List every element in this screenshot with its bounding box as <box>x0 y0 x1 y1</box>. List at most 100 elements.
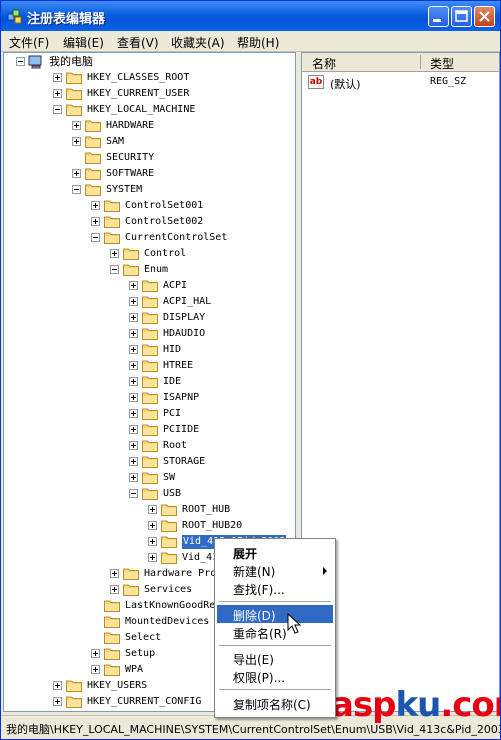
expand-plus-icon[interactable] <box>110 569 119 578</box>
tree-node[interactable]: PCI <box>4 406 295 422</box>
expand-plus-icon[interactable] <box>129 441 138 450</box>
title-bar[interactable]: 注册表编辑器 <box>1 1 500 31</box>
menu-edit[interactable]: 编辑(E) <box>63 34 104 51</box>
tree-node[interactable]: ROOT_HUB20 <box>4 518 295 534</box>
folder-icon <box>85 151 101 164</box>
collapse-minus-icon[interactable] <box>91 233 100 242</box>
tree-node[interactable]: SAM <box>4 134 295 150</box>
tree-node[interactable]: STORAGE <box>4 454 295 470</box>
tree-node[interactable]: SW <box>4 470 295 486</box>
collapse-minus-icon[interactable] <box>129 489 138 498</box>
tree-node[interactable]: SYSTEM <box>4 182 295 198</box>
tree-node[interactable]: ACPI_HAL <box>4 294 295 310</box>
expand-plus-icon[interactable] <box>129 377 138 386</box>
tree-node[interactable]: HKEY_CLASSES_ROOT <box>4 70 295 86</box>
expand-plus-icon[interactable] <box>53 73 62 82</box>
expand-plus-icon[interactable] <box>148 521 157 530</box>
collapse-minus-icon[interactable] <box>53 105 62 114</box>
collapse-minus-icon[interactable] <box>72 185 81 194</box>
tree-node[interactable]: CurrentControlSet <box>4 230 295 246</box>
tree-node[interactable]: SOFTWARE <box>4 166 295 182</box>
expand-plus-icon[interactable] <box>72 121 81 130</box>
expand-plus-icon[interactable] <box>129 281 138 290</box>
tree-node[interactable]: ISAPNP <box>4 390 295 406</box>
expand-plus-icon[interactable] <box>129 297 138 306</box>
close-button[interactable] <box>474 6 495 27</box>
ctx-find[interactable]: 查找(F)... <box>217 579 333 597</box>
ctx-delete[interactable]: 删除(D) <box>217 605 333 623</box>
expand-plus-icon[interactable] <box>53 697 62 706</box>
expand-plus-icon[interactable] <box>148 553 157 562</box>
tree-node-label: ACPI <box>163 280 188 291</box>
expand-plus-icon[interactable] <box>53 681 62 690</box>
tree-node[interactable]: Control <box>4 246 295 262</box>
menu-help[interactable]: 帮助(H) <box>237 34 279 51</box>
folder-icon <box>161 519 177 532</box>
tree-node-label: PCIIDE <box>163 424 200 435</box>
ctx-new[interactable]: 新建(N) <box>217 561 333 579</box>
tree-node[interactable]: IDE <box>4 374 295 390</box>
ctx-export[interactable]: 导出(E) <box>217 649 333 667</box>
window-title: 注册表编辑器 <box>27 12 106 27</box>
tree-node[interactable]: 我的电脑 <box>4 54 295 70</box>
value-row[interactable]: ab (默认) REG_SZ <box>306 75 496 91</box>
ctx-expand[interactable]: 展开 <box>217 543 333 561</box>
list-header: 名称 类型 <box>302 53 499 72</box>
tree-node[interactable]: ControlSet001 <box>4 198 295 214</box>
expand-plus-icon[interactable] <box>110 249 119 258</box>
tree-node[interactable]: HKEY_LOCAL_MACHINE <box>4 102 295 118</box>
tree-node[interactable]: PCIIDE <box>4 422 295 438</box>
tree-node[interactable]: HID <box>4 342 295 358</box>
ctx-rename[interactable]: 重命名(R) <box>217 623 333 641</box>
expand-plus-icon[interactable] <box>129 345 138 354</box>
tree-node[interactable]: ACPI <box>4 278 295 294</box>
tree-node[interactable]: HTREE <box>4 358 295 374</box>
menu-separator <box>219 645 331 646</box>
tree-node[interactable]: USB <box>4 486 295 502</box>
tree-node[interactable]: DISPLAY <box>4 310 295 326</box>
tree-node[interactable]: ControlSet002 <box>4 214 295 230</box>
expand-plus-icon[interactable] <box>91 201 100 210</box>
tree-node-label: SOFTWARE <box>106 168 155 179</box>
expand-plus-icon[interactable] <box>72 137 81 146</box>
expand-plus-icon[interactable] <box>91 665 100 674</box>
column-type-header[interactable]: 类型 <box>430 55 454 72</box>
ctx-permissions[interactable]: 权限(P)... <box>217 667 333 685</box>
tree-node[interactable]: HDAUDIO <box>4 326 295 342</box>
expand-plus-icon[interactable] <box>129 361 138 370</box>
expand-plus-icon[interactable] <box>129 409 138 418</box>
tree-node[interactable]: SECURITY <box>4 150 295 166</box>
column-divider[interactable] <box>420 55 421 69</box>
expand-plus-icon[interactable] <box>91 649 100 658</box>
column-name-header[interactable]: 名称 <box>312 55 336 72</box>
menu-file[interactable]: 文件(F) <box>9 34 49 51</box>
expand-plus-icon[interactable] <box>129 313 138 322</box>
expand-plus-icon[interactable] <box>91 217 100 226</box>
folder-icon <box>85 119 101 132</box>
tree-node[interactable]: HARDWARE <box>4 118 295 134</box>
minimize-button[interactable] <box>428 6 449 27</box>
tree-node-label: ControlSet002 <box>125 216 204 227</box>
expand-plus-icon[interactable] <box>148 537 157 546</box>
expand-plus-icon[interactable] <box>53 89 62 98</box>
expand-plus-icon[interactable] <box>110 585 119 594</box>
expand-plus-icon[interactable] <box>129 393 138 402</box>
tree-node[interactable]: Enum <box>4 262 295 278</box>
tree-node[interactable]: HKEY_CURRENT_USER <box>4 86 295 102</box>
expand-plus-icon[interactable] <box>148 505 157 514</box>
expand-plus-icon[interactable] <box>129 425 138 434</box>
tree-node[interactable]: ROOT_HUB <box>4 502 295 518</box>
collapse-minus-icon[interactable] <box>16 57 25 66</box>
collapse-minus-icon[interactable] <box>110 265 119 274</box>
expand-plus-icon[interactable] <box>72 169 81 178</box>
tree-node[interactable]: Root <box>4 438 295 454</box>
menu-view[interactable]: 查看(V) <box>117 34 159 51</box>
expand-plus-icon[interactable] <box>129 329 138 338</box>
expand-plus-icon[interactable] <box>129 457 138 466</box>
ctx-copy-key-name[interactable]: 复制项名称(C) <box>217 694 333 712</box>
menu-favorites[interactable]: 收藏夹(A) <box>171 34 225 51</box>
tree-node-label: HKEY_USERS <box>87 680 148 691</box>
maximize-button[interactable] <box>451 6 472 27</box>
folder-icon <box>142 311 158 324</box>
expand-plus-icon[interactable] <box>129 473 138 482</box>
